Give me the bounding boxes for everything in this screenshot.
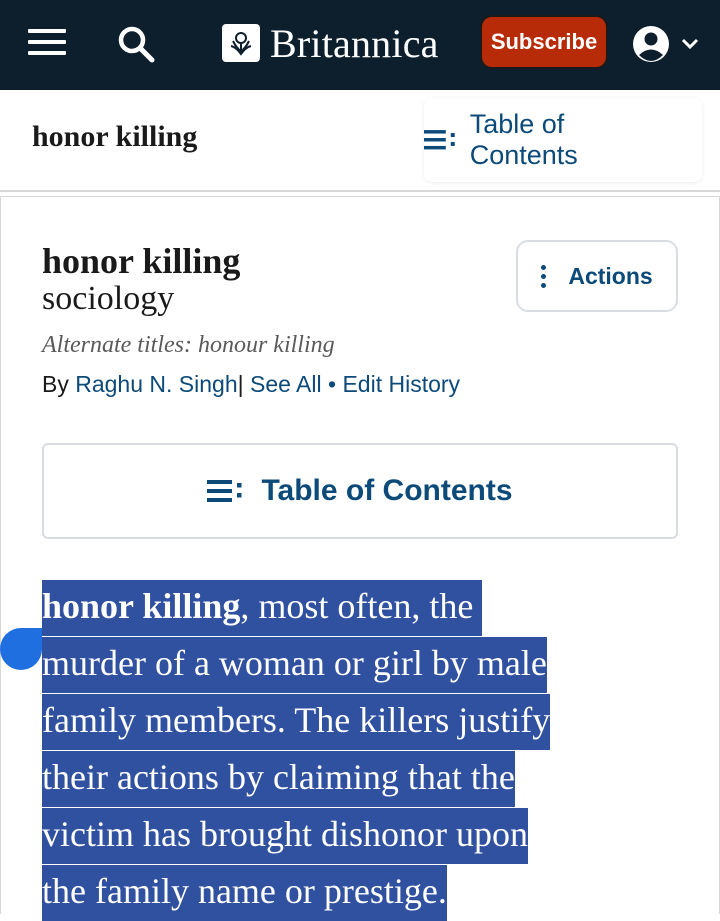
sticky-table-of-contents-button[interactable]: Table of Contents [424, 98, 702, 182]
paragraph-line: honor killing, most often, the [42, 578, 682, 636]
account-icon [633, 26, 669, 62]
article-subtitle: sociology [42, 280, 175, 317]
chevron-down-icon [681, 38, 699, 50]
paragraph-line: victim has brought dishonor upon [42, 806, 682, 864]
article-paragraph[interactable]: honor killing, most often, the murder of… [42, 578, 682, 921]
paragraph-line: the family name or prestige. [42, 863, 682, 921]
paragraph-line: murder of a woman or girl by male [42, 635, 682, 693]
line-text: the family name or prestige. [42, 865, 447, 921]
sticky-title: honor killing [32, 120, 198, 153]
selection-handle[interactable] [0, 628, 42, 670]
sticky-toc-label: Table of Contents [469, 109, 578, 170]
top-nav-bar: Britannica Subscribe [0, 0, 720, 91]
actions-button[interactable]: Actions [516, 240, 678, 312]
see-all-link[interactable]: See All [250, 371, 322, 397]
search-icon[interactable] [116, 24, 156, 64]
table-of-contents-button[interactable]: Table of Contents [42, 443, 678, 539]
term-bold: honor killing [42, 586, 241, 626]
line-text: victim has brought dishonor upon [42, 808, 528, 864]
article-title: honor killing [42, 241, 241, 281]
author-link[interactable]: Raghu N. Singh [75, 371, 237, 397]
sticky-article-header: honor killing Table of Contents [0, 90, 720, 192]
brand-name: Britannica [270, 20, 439, 66]
line-text: their actions by claiming that the [42, 751, 515, 807]
paragraph-line: family members. The killers justify [42, 692, 682, 750]
line-text: , most often, the [240, 586, 474, 626]
paragraph-line: their actions by claiming that the [42, 749, 682, 807]
byline-separator: | [237, 371, 244, 397]
subscribe-button[interactable]: Subscribe [480, 15, 608, 69]
list-icon [207, 480, 242, 502]
britannica-logo-icon [222, 24, 260, 62]
list-icon [424, 130, 455, 150]
actions-label: Actions [568, 262, 653, 289]
byline-bullet: • [328, 371, 337, 397]
menu-icon[interactable] [28, 29, 66, 55]
byline: By Raghu N. Singh| See All • Edit Histor… [42, 371, 460, 398]
more-vertical-icon [541, 263, 547, 290]
line-text: murder of a woman or girl by male [42, 637, 547, 693]
line-text: family members. The killers justify [42, 694, 551, 750]
account-menu[interactable] [632, 24, 704, 64]
alternate-titles: Alternate titles: honour killing [42, 332, 335, 358]
britannica-logo[interactable]: Britannica [222, 20, 439, 66]
toc-label: Table of Contents [261, 474, 513, 507]
edit-history-link[interactable]: Edit History [342, 371, 460, 397]
byline-by: By [42, 371, 69, 397]
